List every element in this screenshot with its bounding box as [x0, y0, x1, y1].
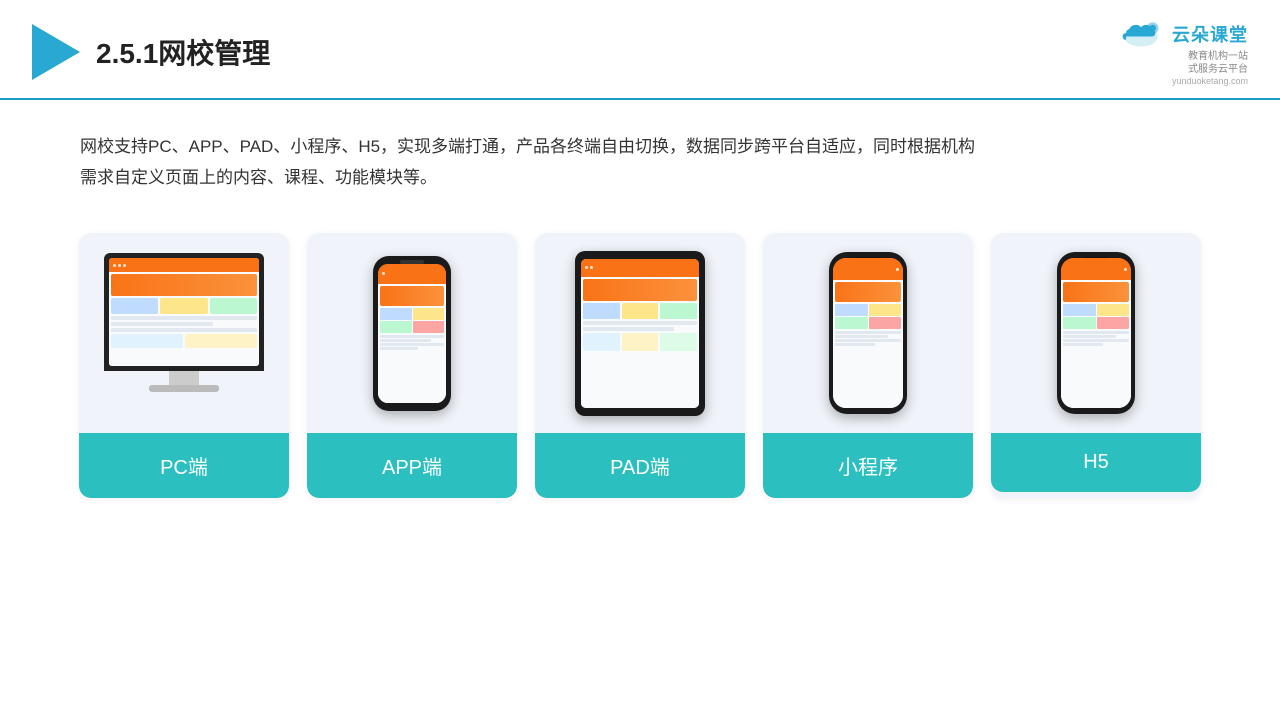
card-image-area-miniapp — [763, 233, 973, 433]
card-h5: H5 — [991, 233, 1201, 498]
card-label-h5: H5 — [991, 433, 1201, 492]
card-label-pad: PAD端 — [535, 433, 745, 498]
card-image-area-app — [307, 233, 517, 433]
phone-h5-icon — [1057, 252, 1135, 414]
brand-icon: 云朵课堂 — [1116, 18, 1248, 50]
card-app: APP端 — [307, 233, 517, 498]
description: 网校支持PC、APP、PAD、小程序、H5，实现多端打通，产品各终端自由切换，数… — [0, 100, 1280, 213]
brand-url: yunduoketang.com — [1172, 76, 1248, 86]
card-pc: PC端 — [79, 233, 289, 498]
card-image-area-h5 — [991, 233, 1201, 433]
card-miniapp: 小程序 — [763, 233, 973, 498]
card-label-app: APP端 — [307, 433, 517, 498]
card-pad: PAD端 — [535, 233, 745, 498]
card-label-miniapp: 小程序 — [763, 433, 973, 498]
cards-container: PC端 — [0, 213, 1280, 518]
card-image-area-pad — [535, 233, 745, 433]
brand-name: 云朵课堂 — [1172, 21, 1248, 47]
card-image-area-pc — [79, 233, 289, 433]
logo-triangle-icon — [32, 24, 80, 80]
phone-app-icon — [373, 256, 451, 411]
page-title: 2.5.1网校管理 — [96, 32, 270, 72]
description-text: 网校支持PC、APP、PAD、小程序、H5，实现多端打通，产品各终端自由切换，数… — [80, 132, 1200, 193]
header-right: 云朵课堂 教育机构一站 式服务云平台 yunduoketang.com — [1116, 18, 1248, 86]
pc-monitor-icon — [99, 253, 269, 413]
phone-miniapp-icon — [829, 252, 907, 414]
header: 2.5.1网校管理 云朵课堂 教育机构一站 式服务云平台 yunduoketan… — [0, 0, 1280, 100]
card-label-pc: PC端 — [79, 433, 289, 498]
header-left: 2.5.1网校管理 — [32, 24, 270, 80]
brand-tagline: 教育机构一站 式服务云平台 — [1188, 50, 1248, 76]
brand-logo: 云朵课堂 教育机构一站 式服务云平台 yunduoketang.com — [1116, 18, 1248, 86]
cloud-icon — [1116, 18, 1166, 50]
tablet-pad-icon — [575, 251, 705, 416]
